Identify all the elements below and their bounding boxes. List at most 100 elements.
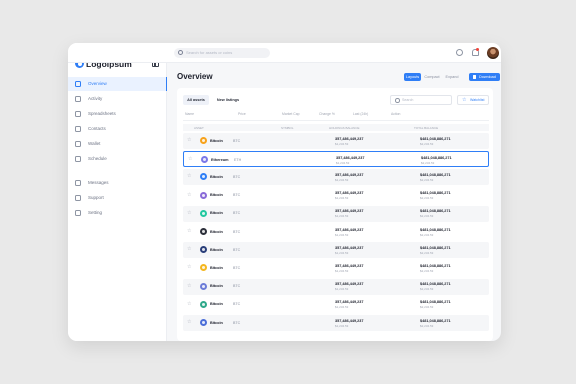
column-header-holdings: HOLDINGS BALANCE: [329, 125, 360, 130]
coin-icon: [200, 246, 207, 254]
sidebar-item-label: Messages: [88, 180, 109, 185]
filter-market-cap[interactable]: Market Cap: [282, 112, 300, 116]
table-row[interactable]: ☆ Bitcoin BTC 357,486,449,237 $1,234.53 $481,…: [183, 297, 489, 313]
table-row[interactable]: ☆ Bitcoin BTC 357,486,449,237 $1,234.53 $481,…: [183, 133, 489, 149]
total-balance-sub: $2,234.53: [420, 214, 434, 219]
total-balance: $481,048,886,271: [420, 191, 451, 196]
star-icon: ☆: [462, 97, 467, 103]
holdings-balance-sub: $1,234.53: [335, 250, 349, 255]
filter-name[interactable]: Name: [185, 112, 194, 116]
holdings-balance: 357,486,449,237: [335, 136, 364, 141]
table-row[interactable]: ☆ Ethereum ETH 357,486,449,237 $1,234.53 $481…: [183, 151, 489, 168]
holdings-balance-sub: $1,234.53: [335, 232, 349, 237]
table-row[interactable]: ☆ Bitcoin BTC 357,486,449,237 $1,234.53 $481,…: [183, 278, 489, 295]
asset-symbol: BTC: [233, 284, 241, 289]
asset-symbol: BTC: [233, 320, 241, 325]
download-label: Download: [479, 75, 496, 79]
asset-symbol: BTC: [233, 211, 241, 216]
total-balance-sub: $2,234.53: [420, 323, 434, 328]
avatar[interactable]: [487, 47, 499, 59]
page-title: Overview: [177, 72, 213, 81]
star-icon[interactable]: ☆: [187, 137, 191, 144]
asset-symbol: BTC: [233, 229, 241, 234]
table-row[interactable]: ☆ Bitcoin BTC 357,486,449,237 $1,234.53 $481,…: [183, 188, 489, 204]
holdings-balance: 357,486,449,237: [335, 172, 364, 177]
star-icon[interactable]: ☆: [187, 192, 191, 199]
download-button[interactable]: Download: [469, 73, 500, 81]
tab-all-assets[interactable]: All assets: [183, 95, 209, 105]
table-row[interactable]: ☆ Bitcoin BTC 357,486,449,237 $1,234.53 $481,…: [183, 242, 489, 259]
total-balance-sub: $2,234.53: [420, 268, 434, 273]
total-balance-sub: $2,234.53: [420, 250, 434, 255]
table-row[interactable]: ☆ Bitcoin BTC 357,486,449,237 $1,234.53 $481,…: [183, 260, 489, 276]
tab-new-listings[interactable]: New listings: [214, 95, 242, 105]
holdings-balance-sub: $1,234.53: [335, 287, 349, 292]
total-balance-sub: $2,234.53: [420, 141, 434, 146]
table-row[interactable]: ☆ Bitcoin BTC 357,486,449,237 $1,234.53 $481,…: [183, 224, 489, 240]
filter-price[interactable]: Price: [238, 112, 246, 116]
sidebar-item-schedule[interactable]: Schedule: [68, 152, 167, 166]
coin-icon: [200, 228, 207, 235]
holdings-balance: 357,486,449,237: [335, 191, 364, 196]
view-option-layouts[interactable]: Layouts: [404, 73, 421, 81]
grid-icon: [75, 81, 81, 87]
sidebar-item-contacts[interactable]: Contacts: [68, 122, 167, 136]
coin-icon: [200, 300, 207, 308]
sidebar-item-overview[interactable]: Overview: [68, 77, 167, 91]
sidebar-item-wallet[interactable]: Wallet: [68, 137, 167, 151]
search-icon: [395, 98, 400, 103]
total-balance: $481,048,886,271: [420, 282, 451, 287]
watchlist-button[interactable]: ☆ Watchlist: [457, 95, 489, 105]
filter-action[interactable]: Action: [391, 112, 400, 116]
star-icon[interactable]: ☆: [187, 173, 191, 180]
star-icon[interactable]: ☆: [187, 246, 191, 253]
asset-symbol: BTC: [233, 302, 241, 307]
star-icon[interactable]: ☆: [187, 264, 191, 271]
global-search-input[interactable]: Search for assets or coins: [174, 48, 270, 58]
table-row[interactable]: ☆ Bitcoin BTC 357,486,449,237 $1,234.53 $481,…: [183, 315, 489, 331]
asset-name: Bitcoin: [210, 284, 223, 289]
asset-search-input[interactable]: Search: [390, 95, 452, 105]
sidebar-item-spreadsheets[interactable]: Spreadsheets: [68, 107, 167, 121]
asset-symbol: BTC: [233, 265, 241, 270]
filter-last-24h[interactable]: Last (24h): [353, 112, 368, 116]
star-icon[interactable]: ☆: [187, 228, 191, 235]
sidebar-item-label: Setting: [88, 210, 103, 215]
view-option-expand[interactable]: Expand: [442, 73, 462, 81]
column-header-asset: ASSET: [194, 125, 204, 130]
sidebar-item-support[interactable]: Support: [68, 191, 167, 205]
view-option-compact[interactable]: Compact: [422, 73, 442, 81]
assets-card: All assets New listings Search ☆ Watchli…: [177, 88, 493, 341]
table-header: ASSET SYMBOL HOLDINGS BALANCE TOTAL BALA…: [183, 124, 489, 131]
watchlist-label: Watchlist: [470, 98, 485, 102]
asset-name: Bitcoin: [210, 265, 223, 270]
sidebar-item-label: Activity: [88, 96, 103, 101]
spreadsheet-icon: [75, 111, 81, 117]
star-icon[interactable]: ☆: [187, 319, 191, 326]
star-icon[interactable]: ☆: [187, 283, 191, 290]
holdings-balance: 357,486,449,237: [335, 282, 364, 287]
star-icon[interactable]: ☆: [188, 156, 192, 163]
star-icon[interactable]: ☆: [187, 210, 191, 217]
sidebar-item-activity[interactable]: Activity: [68, 92, 167, 106]
activity-icon: [75, 96, 81, 102]
coin-icon: [200, 319, 207, 326]
asset-name: Ethereum: [211, 157, 229, 162]
wallet-icon: [75, 141, 81, 147]
total-balance: $481,048,886,271: [420, 209, 451, 214]
asset-name: Bitcoin: [210, 211, 223, 216]
settings-icon[interactable]: [456, 49, 463, 56]
asset-name: Bitcoin: [210, 320, 223, 325]
coin-icon: [200, 173, 207, 181]
holdings-balance-sub: $1,234.53: [335, 214, 349, 219]
filter-change[interactable]: Change %: [319, 112, 335, 116]
sidebar-item-label: Schedule: [88, 156, 107, 161]
coin-icon: [200, 209, 207, 217]
sidebar-item-setting[interactable]: Setting: [68, 206, 167, 220]
column-header-symbol: SYMBOL: [281, 125, 294, 130]
sidebar-item-messages[interactable]: Messages: [68, 176, 167, 190]
table-row[interactable]: ☆ Bitcoin BTC 357,486,449,237 $1,234.53 $481,…: [183, 169, 489, 186]
star-icon[interactable]: ☆: [187, 301, 191, 308]
table-row[interactable]: ☆ Bitcoin BTC 357,486,449,237 $1,234.53 $481,…: [183, 205, 489, 222]
search-icon: [178, 50, 183, 55]
